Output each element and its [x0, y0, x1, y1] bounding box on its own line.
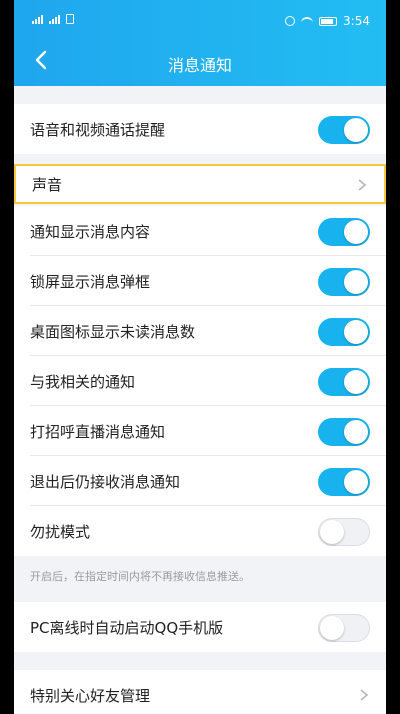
chevron-right-icon	[360, 689, 369, 701]
toggle-knob	[344, 420, 368, 444]
setting-call-reminder: 语音和视频通话提醒	[14, 104, 386, 154]
status-bar: 3:54	[14, 0, 386, 28]
status-left	[32, 14, 74, 24]
setting-label: 特别关心好友管理	[30, 686, 151, 705]
wifi-icon	[301, 17, 314, 25]
toggle-knob	[344, 220, 368, 244]
chevron-right-icon	[358, 179, 367, 191]
dnd-toggle[interactable]	[318, 518, 370, 546]
lockscreen-popup-toggle[interactable]	[318, 268, 370, 296]
signal-icon-2	[49, 14, 60, 24]
setting-special-friends[interactable]: 特别关心好友管理	[14, 670, 386, 714]
pc-offline-toggle[interactable]	[318, 614, 370, 642]
setting-lockscreen-popup: 锁屏显示消息弹框	[14, 256, 386, 306]
setting-label: 勿扰模式	[30, 522, 91, 541]
status-right: 3:54	[285, 14, 370, 28]
setting-label: 桌面图标显示未读消息数	[30, 322, 196, 341]
signal-icon	[32, 14, 43, 24]
setting-label: 通知显示消息内容	[30, 222, 151, 241]
show-content-toggle[interactable]	[318, 218, 370, 246]
live-notify-toggle[interactable]	[318, 418, 370, 446]
call-reminder-toggle[interactable]	[318, 116, 370, 144]
toggle-knob	[344, 118, 368, 142]
app-header: 3:54 消息通知	[14, 0, 386, 86]
battery-icon	[319, 16, 338, 26]
setting-dnd: 勿扰模式	[14, 506, 386, 556]
setting-live-notify: 打招呼直播消息通知	[14, 406, 386, 456]
unread-badge-toggle[interactable]	[318, 318, 370, 346]
toggle-knob	[320, 616, 344, 640]
setting-label: 声音	[32, 175, 63, 194]
setting-label: PC离线时自动启动QQ手机版	[30, 618, 224, 637]
setting-show-content: 通知显示消息内容	[14, 206, 386, 256]
dnd-hint: 开启后，在指定时间内将不再接收信息推送。	[30, 570, 250, 583]
after-logout-toggle[interactable]	[318, 468, 370, 496]
setting-sound[interactable]: 声音	[14, 164, 386, 204]
sim-icon	[66, 14, 74, 24]
toggle-knob	[344, 320, 368, 344]
page-title: 消息通知	[167, 56, 232, 75]
toggle-knob	[344, 470, 368, 494]
setting-label: 锁屏显示消息弹框	[30, 272, 151, 291]
setting-label: 语音和视频通话提醒	[30, 120, 166, 139]
related-notify-toggle[interactable]	[318, 368, 370, 396]
setting-unread-badge: 桌面图标显示未读消息数	[14, 306, 386, 356]
toggle-knob	[344, 370, 368, 394]
status-time: 3:54	[343, 14, 370, 28]
toggle-knob	[344, 270, 368, 294]
alarm-icon	[285, 16, 296, 26]
setting-related-notify: 与我相关的通知	[14, 356, 386, 406]
setting-label: 与我相关的通知	[30, 372, 136, 391]
toggle-knob	[320, 520, 344, 544]
setting-label: 退出后仍接收消息通知	[30, 472, 181, 491]
phone-screen: 3:54 消息通知 语音和视频通话提醒 声音 通知显示消息内容 锁屏显示消息弹框…	[14, 0, 386, 714]
setting-pc-offline: PC离线时自动启动QQ手机版	[14, 602, 386, 652]
setting-label: 打招呼直播消息通知	[30, 422, 166, 441]
setting-after-logout: 退出后仍接收消息通知	[14, 456, 386, 506]
